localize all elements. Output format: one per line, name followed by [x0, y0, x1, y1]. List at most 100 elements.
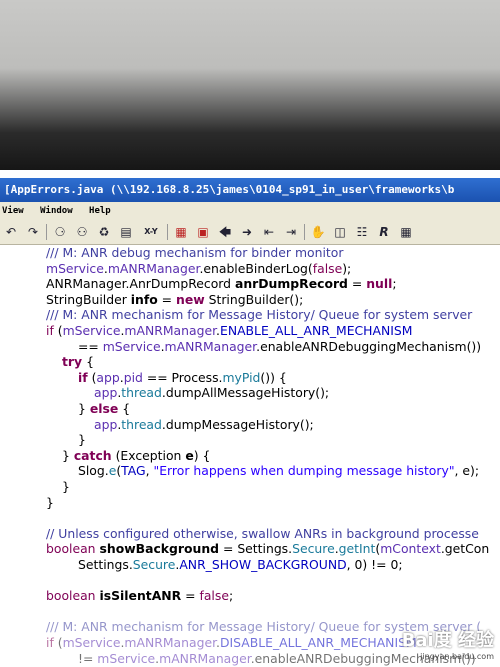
find-in-files-icon[interactable]: ▤ [118, 224, 134, 240]
code-token: (Exception [111, 447, 186, 463]
code-token: .getCon [440, 541, 490, 557]
code-token: mService [46, 260, 104, 276]
jump-prev-icon[interactable]: ⇤ [261, 224, 277, 240]
code-token: Settings. [78, 557, 133, 572]
menu-help[interactable]: Help [89, 202, 111, 220]
code-token: ; [228, 588, 234, 604]
code-token: mANRManager [124, 323, 217, 338]
code-token: info [130, 291, 158, 307]
code-token: mANRManager [159, 650, 251, 666]
code-token: false [312, 260, 343, 276]
code-line: app.thread.dumpMessageHistory(); [94, 417, 314, 432]
window-icon[interactable]: ◫ [332, 224, 348, 240]
code-token: showBackground [99, 541, 220, 557]
code-token: } [78, 401, 90, 416]
code-token: DISABLE_ALL_ANR_MECHANISM [219, 635, 417, 650]
code-token: /// M: ANR mechanism for Message History… [46, 307, 473, 323]
code-line: /// M: ANR debug mechanism for binder mo… [46, 245, 343, 260]
code-token: catch [73, 447, 112, 463]
code-token: new [176, 291, 205, 307]
hand-icon[interactable]: ✋ [310, 224, 326, 240]
code-line: boolean isSilentANR = false; [46, 588, 233, 603]
code-token: app [94, 385, 118, 401]
code-token: "Error happens when dumping message hist… [153, 463, 455, 479]
code-line: StringBuilder info = new StringBuilder()… [46, 292, 303, 307]
code-line: try { [62, 354, 94, 369]
code-line: == mService.mANRManager.enableANRDebuggi… [78, 339, 481, 354]
code-line: } [46, 495, 54, 510]
code-token: = [157, 291, 176, 307]
code-token: , e); [454, 463, 480, 479]
jump-next-icon[interactable]: ⇥ [283, 224, 299, 240]
code-line: // Unless configured otherwise, swallow … [46, 526, 479, 541]
code-token: thread [121, 385, 162, 401]
code-token: pid [123, 369, 143, 385]
toolbar: ↶ ↷ ⚆ ⚇ ♻ ▤ X-Y ▦ ▣ 🡄 ➜ ⇤ ⇥ ✋ ◫ ☷ R ▦ [0, 220, 500, 245]
r-icon[interactable]: R [376, 224, 392, 240]
code-token: mService [102, 338, 161, 354]
code-line: mService.mANRManager.enableBinderLog(fal… [46, 261, 351, 276]
arrow-right-icon[interactable]: ➜ [239, 224, 255, 240]
code-token: null [366, 276, 393, 292]
redo-icon[interactable]: ↷ [25, 224, 41, 240]
code-token: .enableBinderLog( [199, 260, 313, 276]
menu-window[interactable]: Window [40, 202, 73, 220]
code-token: app [96, 369, 120, 385]
code-token: = [181, 588, 200, 604]
xy-button[interactable]: X-Y [140, 224, 162, 240]
code-token: .dumpMessageHistory(); [161, 416, 314, 432]
code-token: } [62, 447, 74, 463]
code-token: = [347, 276, 367, 292]
bookmark-icon[interactable]: ▦ [173, 224, 189, 240]
code-token: ; [392, 276, 397, 292]
code-token: ENABLE_ALL_ANR_MECHANISM [219, 323, 413, 338]
code-token: thread [121, 416, 162, 432]
code-token: ANR_SHOW_BACKGROUND [179, 557, 347, 572]
watermark-text: Bai度 经验 [401, 630, 494, 651]
find-next-icon[interactable]: ⚇ [74, 224, 90, 240]
bookmark-prev-icon[interactable]: ▣ [195, 224, 211, 240]
code-line: } else { [78, 401, 130, 416]
toolbar-separator [46, 224, 47, 240]
code-token: = Settings. [219, 541, 293, 557]
code-token: == [78, 338, 103, 354]
find-icon[interactable]: ⚆ [52, 224, 68, 240]
code-token: } [46, 494, 54, 510]
code-token: false [199, 588, 229, 604]
menu-view[interactable]: View [2, 202, 24, 220]
code-token: StringBuilder(); [204, 291, 304, 307]
code-token: boolean [46, 588, 96, 604]
code-token: mService [62, 323, 121, 338]
watermark-url: jingyan.baidu.com [420, 652, 494, 661]
code-token: .enableANRDebuggingMechanism()) [256, 338, 482, 354]
editor-window: [AppErrors.java (\\192.168.8.25\james\01… [0, 170, 500, 667]
monitor-bezel [0, 0, 500, 170]
extra-icon[interactable]: ▦ [398, 224, 414, 240]
code-token: mANRManager [124, 635, 217, 650]
code-token: getInt [338, 541, 376, 557]
code-token: mANRManager [107, 260, 200, 276]
code-line: if (mService.mANRManager.DISABLE_ALL_ANR… [46, 635, 417, 650]
code-token: TAG [121, 463, 146, 479]
code-token: { [82, 354, 94, 370]
code-token: /// M: ANR debug mechanism for binder mo… [46, 245, 344, 260]
code-line: Settings.Secure.ANR_SHOW_BACKGROUND, 0) … [78, 557, 403, 572]
code-token: mService [62, 635, 121, 650]
code-editor[interactable]: /// M: ANR debug mechanism for binder mo… [0, 245, 500, 667]
code-token: .dumpAllMessageHistory(); [161, 385, 330, 401]
code-line: if (mService.mANRManager.ENABLE_ALL_ANR_… [46, 323, 412, 338]
code-token: Secure [292, 541, 335, 557]
code-line: } [62, 479, 70, 494]
code-line: } [78, 432, 86, 447]
code-token: // Unless configured otherwise, swallow … [46, 525, 479, 541]
replace-icon[interactable]: ♻ [96, 224, 112, 240]
code-token: { [118, 401, 131, 416]
arrow-left-icon[interactable]: 🡄 [217, 224, 233, 240]
book-icon[interactable]: ☷ [354, 224, 370, 240]
code-token: try [62, 354, 83, 370]
code-line: /// M: ANR mechanism for Message History… [46, 307, 472, 322]
undo-icon[interactable]: ↶ [3, 224, 19, 240]
code-token: myPid [222, 369, 261, 385]
code-token: ()) { [260, 369, 287, 385]
code-token: if [78, 369, 88, 385]
